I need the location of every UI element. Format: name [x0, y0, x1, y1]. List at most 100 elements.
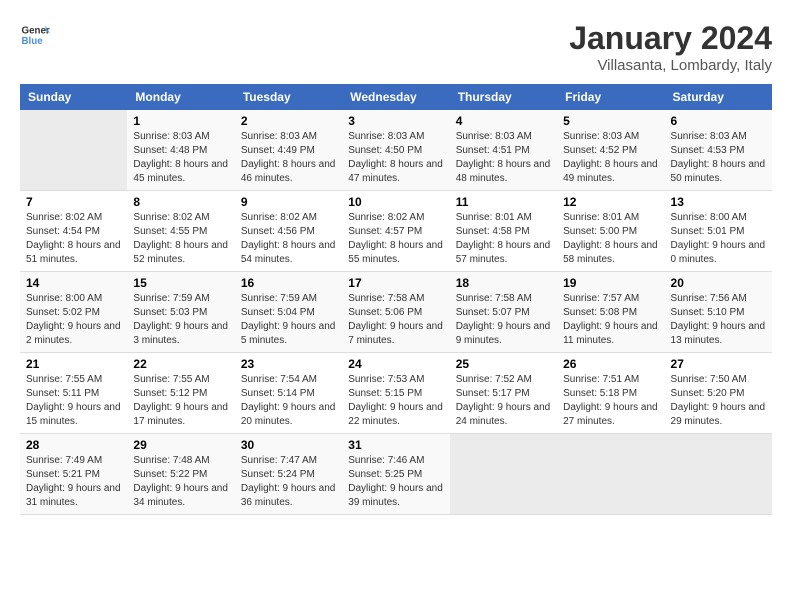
calendar-cell: 14 Sunrise: 8:00 AMSunset: 5:02 PMDayligh… [20, 272, 127, 353]
day-number: 23 [241, 357, 336, 371]
calendar-cell: 12 Sunrise: 8:01 AMSunset: 5:00 PMDayligh… [557, 191, 664, 272]
day-info: Sunrise: 7:48 AMSunset: 5:22 PMDaylight:… [133, 454, 228, 510]
calendar-cell: 29 Sunrise: 7:48 AMSunset: 5:22 PMDayligh… [127, 434, 234, 515]
day-number: 13 [671, 195, 766, 209]
logo-icon: General Blue [20, 20, 50, 50]
svg-text:Blue: Blue [22, 36, 44, 47]
day-info: Sunrise: 7:55 AMSunset: 5:11 PMDaylight:… [26, 373, 121, 429]
day-number: 28 [26, 438, 121, 452]
calendar-cell: 21 Sunrise: 7:55 AMSunset: 5:11 PMDayligh… [20, 353, 127, 434]
day-info: Sunrise: 8:03 AMSunset: 4:52 PMDaylight:… [563, 130, 658, 186]
calendar-cell: 27 Sunrise: 7:50 AMSunset: 5:20 PMDayligh… [665, 353, 772, 434]
day-info: Sunrise: 8:00 AMSunset: 5:02 PMDaylight:… [26, 292, 121, 348]
calendar-subtitle: Villasanta, Lombardy, Italy [569, 57, 772, 74]
calendar-cell: 13 Sunrise: 8:00 AMSunset: 5:01 PMDayligh… [665, 191, 772, 272]
day-number: 11 [456, 195, 551, 209]
calendar-body: 1Sunrise: 8:03 AMSunset: 4:48 PMDaylight… [20, 110, 772, 515]
day-number: 8 [133, 195, 228, 209]
day-info: Sunrise: 8:02 AMSunset: 4:54 PMDaylight:… [26, 211, 121, 267]
day-info: Sunrise: 8:03 AMSunset: 4:49 PMDaylight:… [241, 130, 336, 186]
day-info: Sunrise: 7:46 AMSunset: 5:25 PMDaylight:… [348, 454, 443, 510]
day-number: 26 [563, 357, 658, 371]
day-info: Sunrise: 8:02 AMSunset: 4:57 PMDaylight:… [348, 211, 443, 267]
day-number: 6 [671, 114, 766, 128]
day-info: Sunrise: 7:52 AMSunset: 5:17 PMDaylight:… [456, 373, 551, 429]
calendar-cell: 7 Sunrise: 8:02 AMSunset: 4:54 PMDaylight… [20, 191, 127, 272]
day-number: 4 [456, 114, 551, 128]
calendar-cell: 10 Sunrise: 8:02 AMSunset: 4:57 PMDayligh… [342, 191, 449, 272]
calendar-cell: 5 Sunrise: 8:03 AMSunset: 4:52 PMDaylight… [557, 110, 664, 191]
day-info: Sunrise: 7:47 AMSunset: 5:24 PMDaylight:… [241, 454, 336, 510]
calendar-cell: 28 Sunrise: 7:49 AMSunset: 5:21 PMDayligh… [20, 434, 127, 515]
calendar-cell: 31 Sunrise: 7:46 AMSunset: 5:25 PMDayligh… [342, 434, 449, 515]
day-number: 18 [456, 276, 551, 290]
day-info: Sunrise: 8:01 AMSunset: 5:00 PMDaylight:… [563, 211, 658, 267]
day-info: Sunrise: 8:03 AMSunset: 4:50 PMDaylight:… [348, 130, 443, 186]
calendar-cell: 8 Sunrise: 8:02 AMSunset: 4:55 PMDaylight… [127, 191, 234, 272]
title-area: January 2024 Villasanta, Lombardy, Italy [569, 20, 772, 74]
day-number: 10 [348, 195, 443, 209]
day-number: 25 [456, 357, 551, 371]
calendar-week-row: 1Sunrise: 8:03 AMSunset: 4:48 PMDaylight… [20, 110, 772, 191]
calendar-cell: 3Sunrise: 8:03 AMSunset: 4:50 PMDaylight… [342, 110, 449, 191]
day-info: Sunrise: 8:00 AMSunset: 5:01 PMDaylight:… [671, 211, 766, 267]
calendar-cell: 26 Sunrise: 7:51 AMSunset: 5:18 PMDayligh… [557, 353, 664, 434]
day-number: 20 [671, 276, 766, 290]
day-number: 15 [133, 276, 228, 290]
day-number: 5 [563, 114, 658, 128]
day-number: 17 [348, 276, 443, 290]
page-header: General Blue January 2024 Villasanta, Lo… [20, 20, 772, 74]
calendar-week-row: 21 Sunrise: 7:55 AMSunset: 5:11 PMDayligh… [20, 353, 772, 434]
col-thursday: Thursday [450, 84, 557, 110]
col-wednesday: Wednesday [342, 84, 449, 110]
day-number: 27 [671, 357, 766, 371]
day-number: 2 [241, 114, 336, 128]
calendar-cell [450, 434, 557, 515]
calendar-cell: 4 Sunrise: 8:03 AMSunset: 4:51 PMDaylight… [450, 110, 557, 191]
day-number: 14 [26, 276, 121, 290]
day-number: 24 [348, 357, 443, 371]
day-info: Sunrise: 8:03 AMSunset: 4:48 PMDaylight:… [133, 130, 228, 186]
day-info: Sunrise: 7:58 AMSunset: 5:07 PMDaylight:… [456, 292, 551, 348]
col-friday: Friday [557, 84, 664, 110]
calendar-cell: 25 Sunrise: 7:52 AMSunset: 5:17 PMDayligh… [450, 353, 557, 434]
calendar-cell [665, 434, 772, 515]
calendar-table: Sunday Monday Tuesday Wednesday Thursday… [20, 84, 772, 515]
calendar-week-row: 28 Sunrise: 7:49 AMSunset: 5:21 PMDayligh… [20, 434, 772, 515]
day-info: Sunrise: 8:03 AMSunset: 4:53 PMDaylight:… [671, 130, 766, 186]
col-tuesday: Tuesday [235, 84, 342, 110]
day-number: 16 [241, 276, 336, 290]
day-info: Sunrise: 8:02 AMSunset: 4:55 PMDaylight:… [133, 211, 228, 267]
calendar-cell: 22Sunrise: 7:55 AMSunset: 5:12 PMDayligh… [127, 353, 234, 434]
calendar-week-row: 7 Sunrise: 8:02 AMSunset: 4:54 PMDaylight… [20, 191, 772, 272]
day-info: Sunrise: 8:01 AMSunset: 4:58 PMDaylight:… [456, 211, 551, 267]
day-number: 22 [133, 357, 228, 371]
calendar-cell: 18 Sunrise: 7:58 AMSunset: 5:07 PMDayligh… [450, 272, 557, 353]
calendar-cell [557, 434, 664, 515]
calendar-cell: 2 Sunrise: 8:03 AMSunset: 4:49 PMDaylight… [235, 110, 342, 191]
day-number: 12 [563, 195, 658, 209]
day-info: Sunrise: 8:03 AMSunset: 4:51 PMDaylight:… [456, 130, 551, 186]
day-info: Sunrise: 7:51 AMSunset: 5:18 PMDaylight:… [563, 373, 658, 429]
day-number: 19 [563, 276, 658, 290]
day-info: Sunrise: 7:53 AMSunset: 5:15 PMDaylight:… [348, 373, 443, 429]
day-info: Sunrise: 8:02 AMSunset: 4:56 PMDaylight:… [241, 211, 336, 267]
calendar-cell [20, 110, 127, 191]
day-number: 21 [26, 357, 121, 371]
day-info: Sunrise: 7:50 AMSunset: 5:20 PMDaylight:… [671, 373, 766, 429]
day-number: 31 [348, 438, 443, 452]
calendar-week-row: 14 Sunrise: 8:00 AMSunset: 5:02 PMDayligh… [20, 272, 772, 353]
day-info: Sunrise: 7:49 AMSunset: 5:21 PMDaylight:… [26, 454, 121, 510]
col-saturday: Saturday [665, 84, 772, 110]
day-number: 7 [26, 195, 121, 209]
calendar-cell: 24 Sunrise: 7:53 AMSunset: 5:15 PMDayligh… [342, 353, 449, 434]
header-row: Sunday Monday Tuesday Wednesday Thursday… [20, 84, 772, 110]
day-number: 29 [133, 438, 228, 452]
calendar-cell: 1Sunrise: 8:03 AMSunset: 4:48 PMDaylight… [127, 110, 234, 191]
day-info: Sunrise: 7:59 AMSunset: 5:04 PMDaylight:… [241, 292, 336, 348]
day-info: Sunrise: 7:54 AMSunset: 5:14 PMDaylight:… [241, 373, 336, 429]
calendar-cell: 16 Sunrise: 7:59 AMSunset: 5:04 PMDayligh… [235, 272, 342, 353]
day-info: Sunrise: 7:59 AMSunset: 5:03 PMDaylight:… [133, 292, 228, 348]
col-monday: Monday [127, 84, 234, 110]
calendar-cell: 23 Sunrise: 7:54 AMSunset: 5:14 PMDayligh… [235, 353, 342, 434]
